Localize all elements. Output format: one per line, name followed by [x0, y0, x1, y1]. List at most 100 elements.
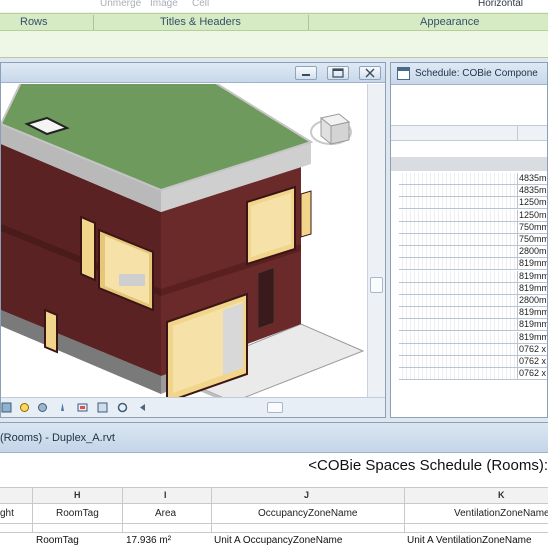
schedule-blank-area	[391, 85, 547, 125]
interior-furniture	[119, 274, 145, 286]
cell-button[interactable]: Cell	[192, 0, 209, 9]
render-icon[interactable]	[57, 402, 68, 413]
dimension-cell[interactable]: 819mm	[517, 319, 547, 331]
dimension-cell[interactable]: 0762 x	[517, 356, 547, 367]
restore-button[interactable]	[327, 66, 349, 80]
column-letter-row: H I J K	[0, 487, 548, 504]
table-row[interactable]: 2800mm	[399, 246, 547, 259]
table-row[interactable]: 819mm	[399, 331, 547, 344]
spaces-schedule-title-bar[interactable]: (Rooms) - Duplex_A.rvt	[0, 423, 548, 453]
table-row[interactable]: RoomTag 17.936 m² Unit A OccupancyZoneNa…	[0, 532, 548, 549]
horizontal-scrollbar-thumb[interactable]	[267, 402, 283, 413]
row-empty-cells	[399, 197, 517, 209]
unmerge-button[interactable]: Unmerge	[100, 0, 141, 9]
horizontal-align-button[interactable]: Horizontal	[478, 0, 523, 9]
table-row[interactable]: 0762 x	[399, 343, 547, 356]
column-letter-j[interactable]: J	[304, 490, 309, 500]
dimension-cell[interactable]: 819mm	[517, 307, 547, 319]
dimension-cell[interactable]: 0762 x	[517, 343, 547, 355]
restore-icon	[332, 68, 344, 78]
table-row[interactable]: 819mm	[399, 282, 547, 295]
table-row[interactable]: 0762 x	[399, 368, 547, 381]
row-empty-cells	[399, 343, 517, 355]
table-row[interactable]: 819mm	[399, 258, 547, 271]
table-row[interactable]: 4835mm	[399, 185, 547, 198]
cell-occupancy-zone[interactable]: Unit A OccupancyZoneName	[214, 535, 342, 546]
dimension-cell[interactable]: 819mm	[517, 270, 547, 282]
column-letter-h[interactable]: H	[74, 490, 81, 500]
table-row[interactable]: 819mm	[399, 307, 547, 320]
dimension-cell[interactable]: 1250mm	[517, 209, 547, 221]
table-row[interactable]: 1250mm	[399, 209, 547, 222]
shadows-icon[interactable]	[37, 402, 48, 413]
dimension-cell[interactable]: 750mm	[517, 221, 547, 233]
temporary-hide-icon[interactable]	[117, 402, 128, 413]
lower-left-window	[44, 308, 58, 354]
schedule-group-band	[391, 157, 547, 171]
row-empty-cells	[399, 307, 517, 319]
cell-ventilation-zone[interactable]: Unit A VentilationZoneName	[407, 535, 532, 546]
minimize-button[interactable]	[295, 66, 317, 80]
dimension-cell[interactable]: 0762 x	[517, 368, 547, 380]
view-vertical-scrollbar[interactable]	[367, 84, 385, 397]
minimize-icon	[302, 74, 310, 76]
column-header-ventilation-zone[interactable]: VentilationZoneName	[454, 508, 548, 519]
dimension-cell[interactable]: 4835mm	[517, 185, 547, 197]
component-schedule-title-bar[interactable]: Schedule: COBie Compone	[391, 63, 547, 85]
close-icon	[365, 68, 375, 78]
sun-path-icon[interactable]	[19, 402, 30, 413]
schedule-column-header	[391, 125, 547, 141]
row-empty-cells	[399, 368, 517, 380]
row-empty-cells	[399, 319, 517, 331]
ribbon: Unmerge Image Cell Horizontal Rows Title…	[0, 0, 548, 58]
schedule-icon	[397, 67, 410, 80]
row-empty-cells	[399, 209, 517, 221]
table-row[interactable]: 1250mm	[399, 197, 547, 210]
scrollbar-thumb[interactable]	[370, 277, 383, 293]
row-empty-cells	[399, 234, 517, 245]
table-row[interactable]: 0762 x	[399, 356, 547, 368]
panel-titles-headers[interactable]: Titles & Headers	[160, 16, 241, 28]
image-button[interactable]: Image	[150, 0, 178, 9]
cell-area[interactable]: 17.936 m²	[126, 535, 171, 546]
table-row[interactable]: 819mm	[399, 270, 547, 283]
table-row[interactable]: 4835mm	[399, 173, 547, 185]
visual-style-icon[interactable]	[1, 402, 12, 413]
panel-appearance[interactable]: Appearance	[420, 16, 479, 28]
upper-left-window-a	[80, 215, 96, 282]
scroll-left-icon[interactable]	[137, 402, 148, 413]
row-empty-cells	[399, 356, 517, 367]
3d-model-canvas[interactable]	[1, 84, 367, 397]
close-button[interactable]	[359, 66, 381, 80]
dimension-cell[interactable]: 2800mm	[517, 246, 547, 258]
component-schedule-window: Schedule: COBie Compone 4835mm4835mm1250…	[390, 62, 548, 418]
dimension-cell[interactable]: 4835mm	[517, 173, 547, 184]
dimension-cell[interactable]: 2800mm	[517, 295, 547, 306]
show-crop-icon[interactable]	[97, 402, 108, 413]
dimension-cell[interactable]: 819mm	[517, 331, 547, 343]
table-row[interactable]: 750mm	[399, 234, 547, 246]
column-header-area[interactable]: Area	[155, 508, 176, 519]
dimension-cell[interactable]: 750mm	[517, 234, 547, 245]
spaces-schedule-window: (Rooms) - Duplex_A.rvt <COBie Spaces Sch…	[0, 422, 548, 549]
view-title-bar[interactable]	[1, 63, 385, 83]
column-header-roomtag[interactable]: RoomTag	[56, 508, 99, 519]
crop-view-icon[interactable]	[77, 402, 88, 413]
dimension-cell[interactable]: 819mm	[517, 258, 547, 270]
dimension-cell[interactable]: 819mm	[517, 282, 547, 294]
panel-divider	[93, 15, 94, 30]
column-header-height[interactable]: ght	[0, 508, 14, 519]
table-row[interactable]: 750mm	[399, 221, 547, 234]
panel-rows[interactable]: Rows	[20, 16, 48, 28]
component-schedule-title: Schedule: COBie Compone	[415, 68, 538, 79]
column-letter-k[interactable]: K	[498, 490, 505, 500]
table-row[interactable]: 2800mm	[399, 295, 547, 307]
column-letter-i[interactable]: I	[164, 490, 167, 500]
row-empty-cells	[399, 331, 517, 343]
column-header-occupancy-zone[interactable]: OccupancyZoneName	[258, 508, 358, 519]
cell-roomtag[interactable]: RoomTag	[36, 535, 79, 546]
dimension-cell[interactable]: 1250mm	[517, 197, 547, 209]
ribbon-commands: Unmerge Image Cell Horizontal	[0, 0, 548, 12]
table-row[interactable]: 819mm	[399, 319, 547, 332]
row-empty-cells	[399, 185, 517, 197]
